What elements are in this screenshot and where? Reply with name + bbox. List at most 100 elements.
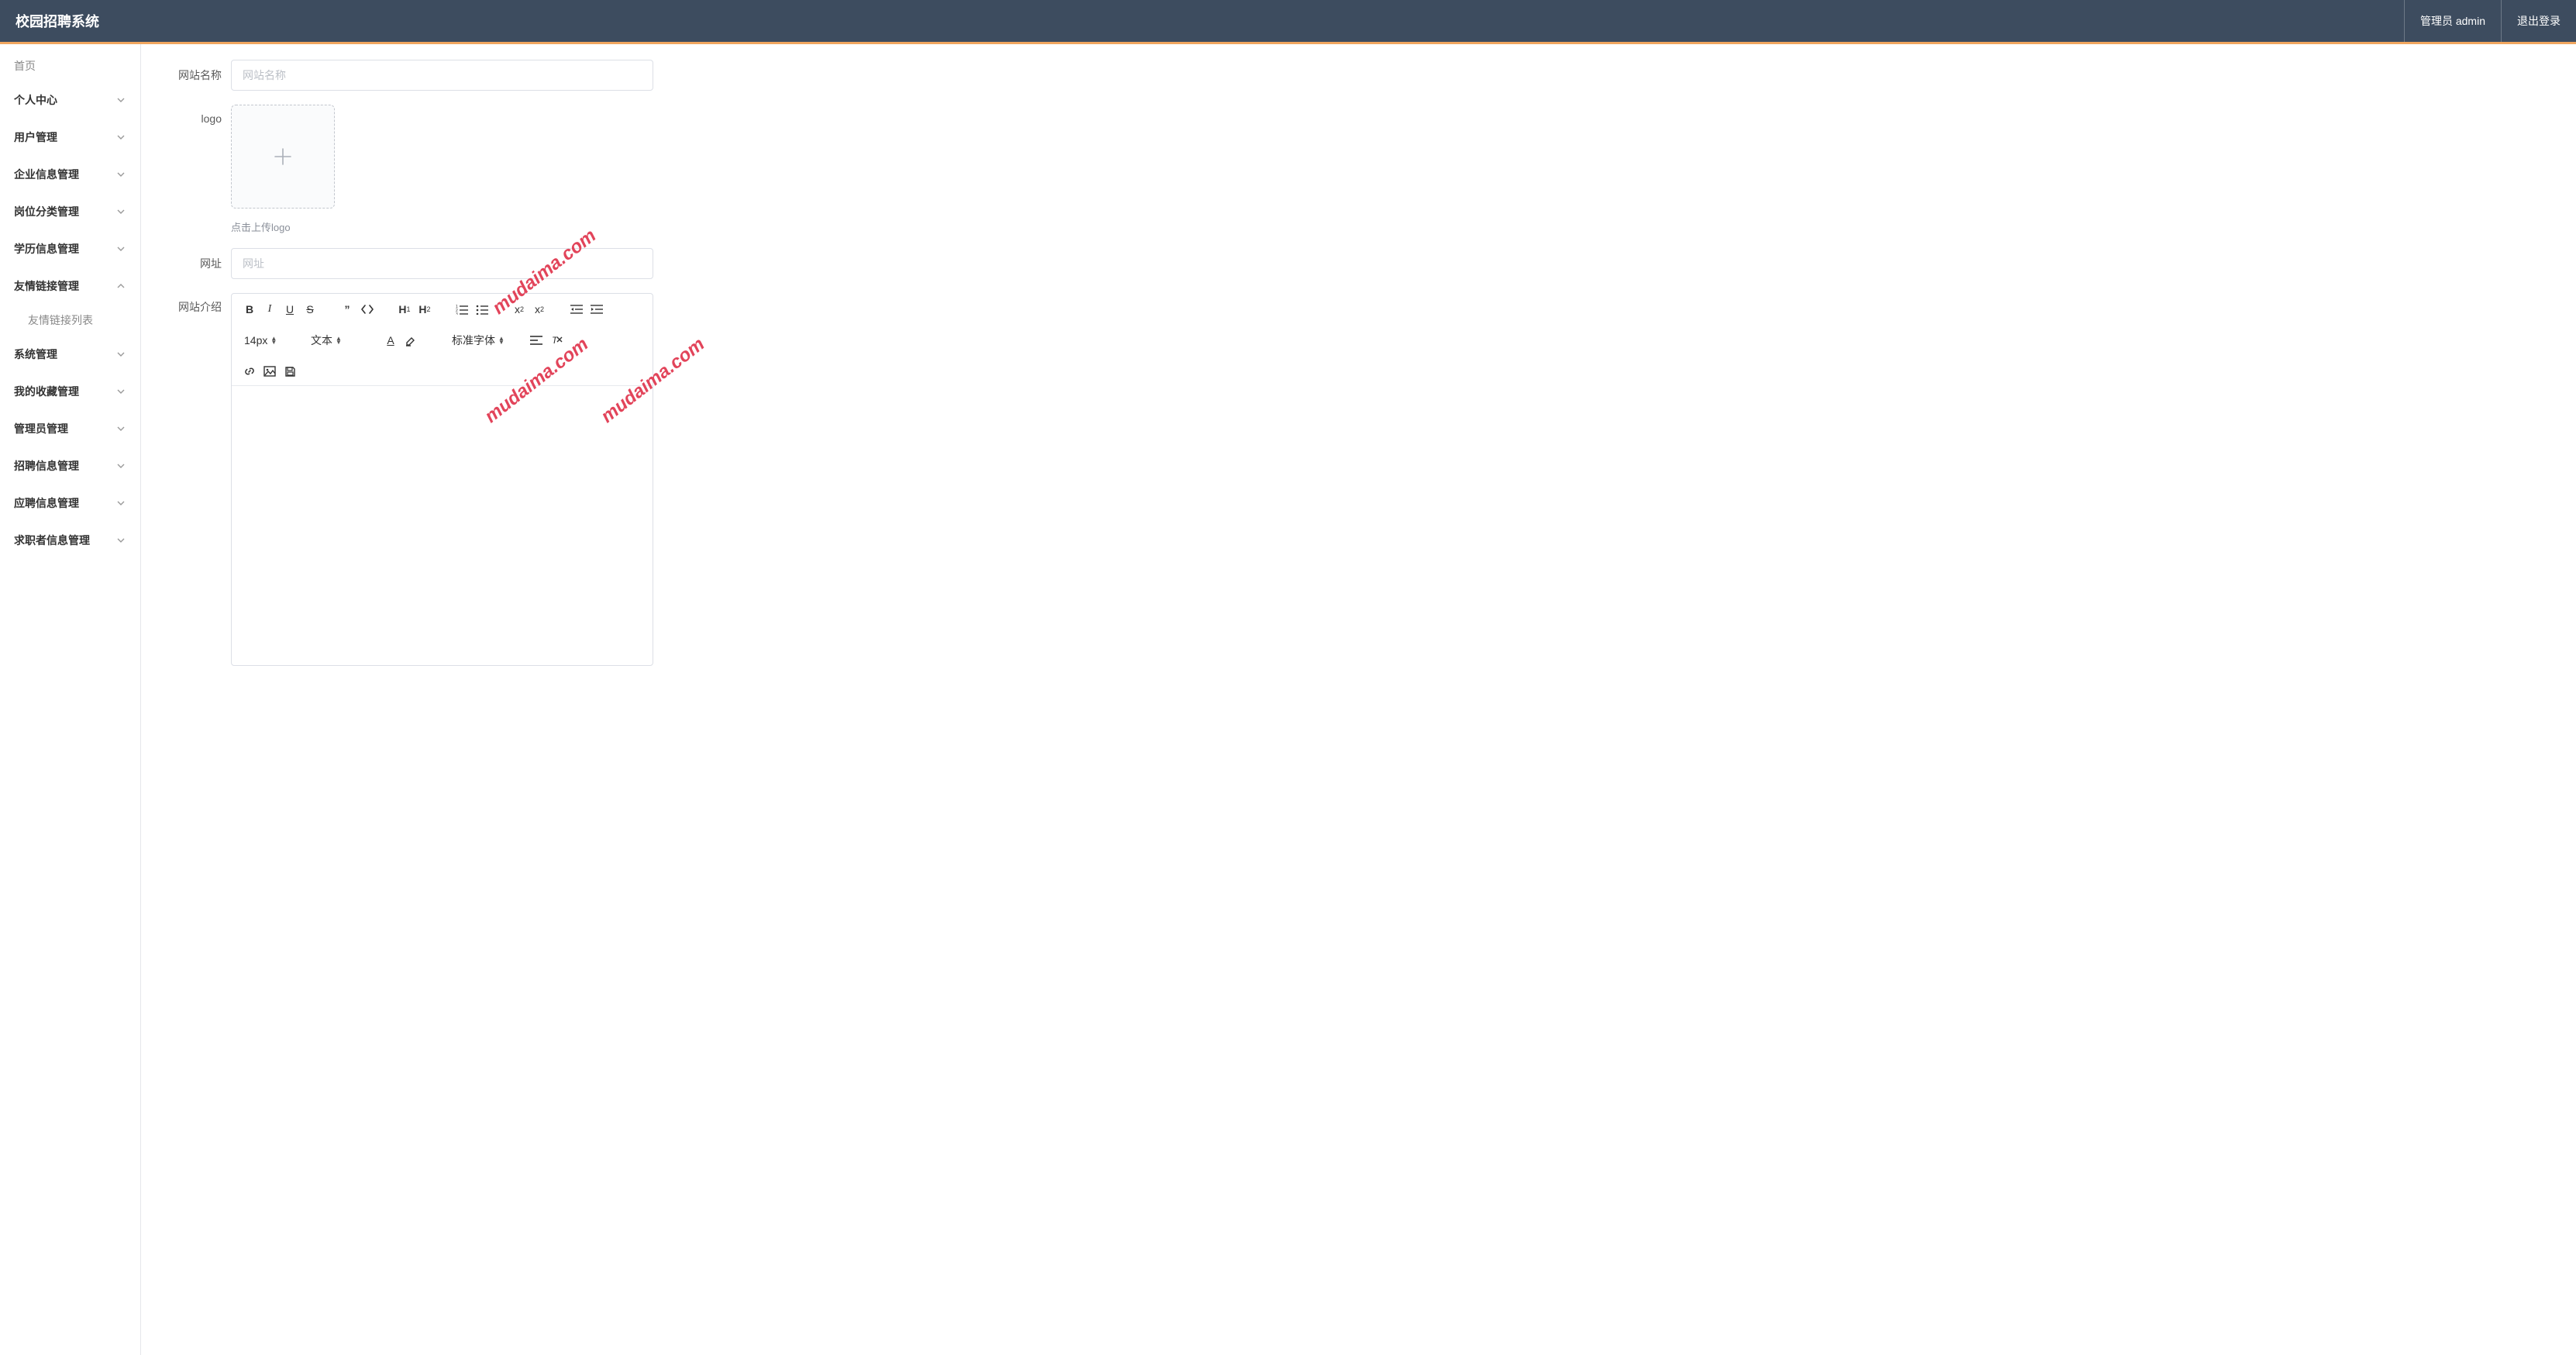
sidebar-home[interactable]: 首页 (0, 50, 140, 81)
logo-upload-tip: 点击上传logo (231, 219, 653, 234)
sidebar-item-jobseeker[interactable]: 求职者信息管理 (0, 522, 140, 559)
italic-button[interactable]: I (260, 300, 280, 319)
superscript-button[interactable]: x2 (529, 300, 549, 319)
form-row-sitename: 网站名称 (164, 60, 2553, 91)
sidebar-item-system-manage[interactable]: 系统管理 (0, 336, 140, 373)
sidebar-subitem-friendlink-list[interactable]: 友情链接列表 (0, 305, 140, 336)
app-title: 校园招聘系统 (0, 11, 115, 31)
save-icon (284, 366, 296, 378)
plus-icon (272, 146, 294, 167)
ordered-list-icon: 123 (456, 304, 468, 315)
chevron-up-icon (115, 281, 126, 291)
sidebar-item-my-favorites[interactable]: 我的收藏管理 (0, 373, 140, 410)
url-input[interactable] (231, 248, 653, 279)
sidebar-item-recruitinfo[interactable]: 招聘信息管理 (0, 447, 140, 484)
sidebar-item-label: 用户管理 (14, 129, 57, 145)
form-row-url: 网址 (164, 248, 2553, 279)
label-intro: 网站介绍 (164, 293, 231, 315)
chevron-down-icon (115, 460, 126, 471)
logout-button[interactable]: 退出登录 (2502, 0, 2576, 42)
unordered-list-button[interactable] (472, 300, 492, 319)
form-row-logo: logo 点击上传logo (164, 105, 2553, 234)
strike-button[interactable]: S (300, 300, 320, 319)
image-icon (263, 366, 276, 377)
link-button[interactable] (239, 362, 260, 381)
sidebar-item-admin-manage[interactable]: 管理员管理 (0, 410, 140, 447)
outdent-icon (570, 304, 583, 315)
sidebar-item-label: 我的收藏管理 (14, 384, 79, 399)
outdent-button[interactable] (567, 300, 587, 319)
sidebar-item-label: 个人中心 (14, 92, 57, 108)
bold-button[interactable]: B (239, 300, 260, 319)
topbar: 校园招聘系统 管理员 admin 退出登录 (0, 0, 2576, 42)
label-sitename: 网站名称 (164, 60, 231, 91)
chevron-down-icon (115, 206, 126, 217)
sidebar-item-label: 友情链接管理 (14, 278, 79, 294)
save-button[interactable] (280, 362, 300, 381)
chevron-down-icon (115, 169, 126, 180)
clear-format-icon: T (550, 334, 563, 347)
admin-label[interactable]: 管理员 admin (2405, 0, 2501, 42)
topbar-right: 管理员 admin 退出登录 (2404, 0, 2576, 42)
label-logo: logo (164, 105, 231, 126)
sort-icon: ▲▼ (498, 336, 505, 344)
h2-button[interactable]: H2 (415, 300, 435, 319)
sidebar-item-education-info[interactable]: 学历信息管理 (0, 230, 140, 267)
chevron-down-icon (115, 386, 126, 397)
underline-button[interactable]: U (280, 300, 300, 319)
sidebar-item-label: 岗位分类管理 (14, 204, 79, 219)
image-button[interactable] (260, 362, 280, 381)
sort-icon: ▲▼ (270, 336, 277, 344)
sort-icon: ▲▼ (336, 336, 342, 344)
link-icon (243, 365, 256, 378)
quote-button[interactable]: ” (337, 300, 357, 319)
sidebar-item-label: 招聘信息管理 (14, 458, 79, 474)
sidebar-item-label: 求职者信息管理 (14, 533, 90, 548)
align-button[interactable] (526, 331, 546, 350)
logo-upload-box[interactable] (231, 105, 335, 209)
chevron-down-icon (115, 95, 126, 105)
sidebar-item-friendlink[interactable]: 友情链接管理 (0, 267, 140, 305)
main-content: mudaima.com mudaima.com mudaima.com 网站名称… (141, 44, 2576, 1355)
chevron-down-icon (115, 498, 126, 509)
sidebar-item-label: 学历信息管理 (14, 241, 79, 257)
code-button[interactable] (357, 300, 377, 319)
sidebar-item-personal-center[interactable]: 个人中心 (0, 81, 140, 119)
ordered-list-button[interactable]: 123 (452, 300, 472, 319)
highlight-icon (405, 334, 417, 347)
chevron-down-icon (115, 423, 126, 434)
svg-text:T: T (552, 335, 559, 346)
sidebar-item-label: 企业信息管理 (14, 167, 79, 182)
sidebar-item-applyinfo[interactable]: 应聘信息管理 (0, 484, 140, 522)
code-icon (361, 304, 374, 315)
editor-toolbar: B I U S ” H1 H2 (232, 294, 653, 386)
sidebar-item-label: 应聘信息管理 (14, 495, 79, 511)
editor-content-area[interactable] (232, 386, 653, 665)
sidebar-item-enterprise-info[interactable]: 企业信息管理 (0, 156, 140, 193)
subscript-button[interactable]: x2 (509, 300, 529, 319)
indent-button[interactable] (587, 300, 607, 319)
font-size-value: 14px (244, 334, 267, 347)
rich-text-editor: B I U S ” H1 H2 (231, 293, 653, 666)
indent-icon (591, 304, 603, 315)
sidebar-item-user-manage[interactable]: 用户管理 (0, 119, 140, 156)
sidebar-item-post-category[interactable]: 岗位分类管理 (0, 193, 140, 230)
chevron-down-icon (115, 132, 126, 143)
sitename-input[interactable] (231, 60, 653, 91)
chevron-down-icon (115, 349, 126, 360)
font-color-button[interactable]: A (381, 331, 401, 350)
sidebar: 首页 个人中心 用户管理 企业信息管理 岗位分类管理 学历信息管理 友情链接管理… (0, 44, 141, 1355)
unordered-list-icon (476, 304, 488, 315)
bg-color-button[interactable] (401, 331, 421, 350)
align-icon (530, 335, 542, 346)
h1-button[interactable]: H1 (394, 300, 415, 319)
font-family-value: 标准字体 (452, 333, 495, 348)
font-size-select[interactable]: 14px ▲▼ (239, 331, 294, 350)
clear-format-button[interactable]: T (546, 331, 567, 350)
sidebar-item-label: 管理员管理 (14, 421, 68, 436)
chevron-down-icon (115, 243, 126, 254)
font-family-select[interactable]: 标准字体 ▲▼ (447, 331, 514, 350)
sidebar-item-label: 系统管理 (14, 347, 57, 362)
block-style-select[interactable]: 文本 ▲▼ (306, 331, 368, 350)
form-row-intro: 网站介绍 B I U S ” (164, 293, 2553, 666)
